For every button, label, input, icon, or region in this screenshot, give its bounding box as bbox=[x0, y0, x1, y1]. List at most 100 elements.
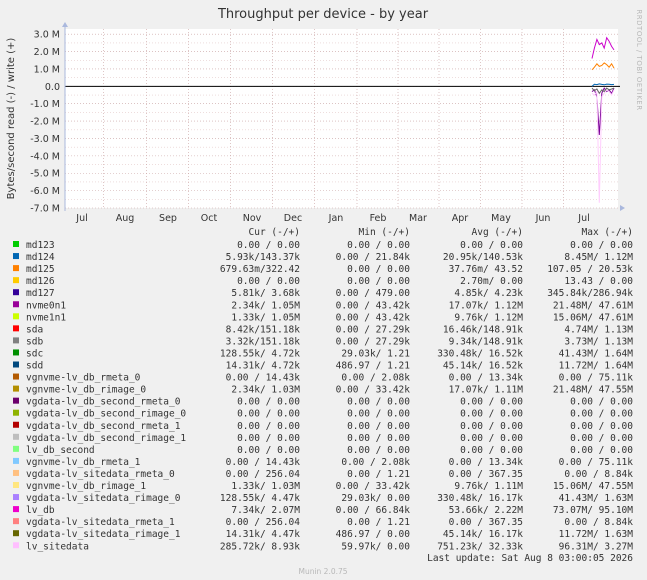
x-tick-label: Jan bbox=[328, 213, 344, 224]
y-axis-arrow bbox=[62, 22, 68, 27]
throughput-chart: Throughput per device - by year Bytes/sec… bbox=[6, 7, 643, 576]
legend-max: 0.00 / 75.11k bbox=[559, 373, 634, 384]
legend-cur: 0.00 / 0.00 bbox=[237, 421, 300, 432]
legend-name: sdc bbox=[26, 348, 43, 359]
legend-max: 0.00 / 0.00 bbox=[570, 240, 633, 251]
legend-name: vgnvme-lv_db_rmeta_1 bbox=[26, 457, 141, 468]
legend-avg: 4.85k/ 4.23k bbox=[454, 288, 523, 299]
legend-avg: 751.23k/ 32.33k bbox=[437, 541, 523, 552]
legend-swatch-vgdata-lv_db_second_rimage_1 bbox=[13, 433, 19, 440]
legend-swatch-lv_sitedata bbox=[13, 542, 19, 549]
legend-header-min: Min (-/+) bbox=[359, 227, 410, 238]
legend-avg: 37.76m/ 43.52 bbox=[449, 264, 523, 275]
legend-avg: 53.66k/ 2.22M bbox=[449, 505, 524, 516]
legend-cur: 0.00 / 0.00 bbox=[237, 397, 300, 408]
legend-min: 0.00 / 0.00 bbox=[347, 397, 410, 408]
y-tick-label: -3.0 M bbox=[30, 134, 60, 145]
y-tick-label: 2.0 M bbox=[34, 47, 60, 58]
legend-avg: 0.00 / 0.00 bbox=[460, 397, 523, 408]
legend-cur: 2.34k/ 1.03M bbox=[231, 385, 300, 396]
legend-min: 0.00 / 0.00 bbox=[347, 421, 410, 432]
legend-avg: 0.00 / 0.00 bbox=[460, 445, 523, 456]
legend-swatch-lv_db bbox=[13, 506, 19, 513]
legend-avg: 0.00 / 0.00 bbox=[460, 240, 523, 251]
legend-swatch-vgnvme-lv_db_rimage_0 bbox=[13, 385, 19, 392]
legend-avg: 9.76k/ 1.12M bbox=[454, 312, 523, 323]
legend-cur: 0.00 / 14.43k bbox=[226, 457, 301, 468]
legend-swatch-sdd bbox=[13, 361, 19, 368]
legend-swatch-vgdata-lv_db_second_rimage_0 bbox=[13, 409, 19, 416]
legend-name: sdd bbox=[26, 361, 43, 372]
legend-name: vgdata-lv_db_second_rimage_0 bbox=[26, 409, 186, 420]
legend-name: vgdata-lv_db_second_rmeta_0 bbox=[26, 397, 181, 408]
legend-swatch-md125 bbox=[13, 265, 19, 272]
legend-name: md126 bbox=[26, 276, 55, 287]
rrdtool-watermark: RRDTOOL / TOBI OETIKER bbox=[635, 9, 643, 110]
legend-swatch-md127 bbox=[13, 289, 19, 296]
legend-min: 0.00 / 0.00 bbox=[347, 445, 410, 456]
chart-title: Throughput per device - by year bbox=[217, 7, 429, 22]
legend-swatch-vgnvme-lv_db_rimage_1 bbox=[13, 482, 19, 488]
legend-cur: 679.63m/322.42 bbox=[220, 264, 300, 275]
legend-name: nvme1n1 bbox=[26, 312, 66, 323]
legend-avg: 330.48k/ 16.52k bbox=[437, 348, 523, 359]
legend-max: 15.06M/ 47.61M bbox=[553, 312, 633, 323]
legend-max: 73.07M/ 95.10M bbox=[553, 505, 633, 516]
legend-max: 0.00 / 0.00 bbox=[570, 445, 633, 456]
legend-cur: 0.00 / 0.00 bbox=[237, 409, 300, 420]
legend-avg: 16.46k/148.91k bbox=[443, 324, 523, 335]
legend-avg: 330.48k/ 16.17k bbox=[437, 493, 523, 504]
y-tick-label: -1.0 M bbox=[30, 99, 60, 110]
legend-max: 107.05 / 20.53k bbox=[547, 264, 633, 275]
legend-swatch-vgdata-lv_sitedata_rimage_1 bbox=[13, 530, 19, 537]
legend-cur: 128.55k/ 4.47k bbox=[220, 493, 300, 504]
legend-avg: 9.34k/148.91k bbox=[449, 336, 524, 347]
legend-avg: 0.00 / 0.00 bbox=[460, 421, 523, 432]
legend-name: sda bbox=[26, 324, 43, 335]
legend-min: 0.00 / 0.00 bbox=[347, 433, 410, 444]
legend-name: vgdata-lv_sitedata_rmeta_1 bbox=[26, 517, 175, 528]
legend-name: md125 bbox=[26, 264, 55, 275]
x-tick-label: Jun bbox=[535, 213, 551, 224]
legend-avg: 0.00 / 367.35 bbox=[449, 469, 523, 480]
legend-name: lv_sitedata bbox=[26, 541, 89, 552]
x-tick-label: Aug bbox=[116, 213, 135, 224]
x-tick-label: Feb bbox=[370, 213, 387, 224]
legend-max: 0.00 / 0.00 bbox=[570, 409, 633, 420]
legend-cur: 128.55k/ 4.72k bbox=[220, 348, 300, 359]
legend-cur: 3.32k/151.18k bbox=[226, 336, 301, 347]
legend-header-cur: Cur (-/+) bbox=[249, 227, 300, 238]
legend-swatch-nvme0n1 bbox=[13, 301, 19, 308]
legend-name: vgnvme-lv_db_rimage_1 bbox=[26, 481, 146, 492]
legend-cur: 0.00 / 14.43k bbox=[226, 373, 301, 384]
y-tick-label: 3.0 M bbox=[34, 30, 60, 41]
legend-min: 29.03k/ 1.21 bbox=[341, 348, 410, 359]
legend-cur: 1.33k/ 1.03M bbox=[231, 481, 300, 492]
legend-cur: 0.00 / 256.04 bbox=[226, 517, 301, 528]
legend-cur: 0.00 / 0.00 bbox=[237, 276, 300, 287]
legend-avg: 45.14k/ 16.52k bbox=[443, 361, 523, 372]
legend-max: 0.00 / 8.84k bbox=[564, 469, 633, 480]
y-tick-label: -4.0 M bbox=[30, 151, 60, 162]
legend-avg: 45.14k/ 16.17k bbox=[443, 529, 523, 540]
x-axis-arrow bbox=[620, 205, 625, 211]
legend-min: 0.00 / 0.00 bbox=[347, 276, 410, 287]
x-tick-label: Apr bbox=[452, 213, 469, 224]
legend-cur: 2.34k/ 1.05M bbox=[231, 300, 300, 311]
legend-min: 486.97 / 1.21 bbox=[336, 361, 411, 372]
legend-max: 15.06M/ 47.55M bbox=[553, 481, 633, 492]
legend-min: 0.00 / 27.29k bbox=[336, 336, 411, 347]
legend-swatch-sdc bbox=[13, 349, 19, 356]
legend-swatch-lv_db_second bbox=[13, 445, 19, 452]
legend-name: sdb bbox=[26, 336, 43, 347]
legend-max: 13.43 / 0.00 bbox=[564, 276, 633, 287]
legend-swatch-md124 bbox=[13, 253, 19, 260]
legend-min: 59.97k/ 0.00 bbox=[341, 541, 410, 552]
legend-min: 0.00 / 21.84k bbox=[336, 252, 411, 263]
munin-version: Munin 2.0.75 bbox=[298, 567, 347, 576]
legend-max: 21.48M/ 47.61M bbox=[553, 300, 633, 311]
legend-swatch-sda bbox=[13, 325, 19, 332]
legend-swatch-vgdata-lv_sitedata_rimage_0 bbox=[13, 494, 19, 501]
legend-swatch-md123 bbox=[13, 241, 19, 247]
legend-name: md127 bbox=[26, 288, 55, 299]
